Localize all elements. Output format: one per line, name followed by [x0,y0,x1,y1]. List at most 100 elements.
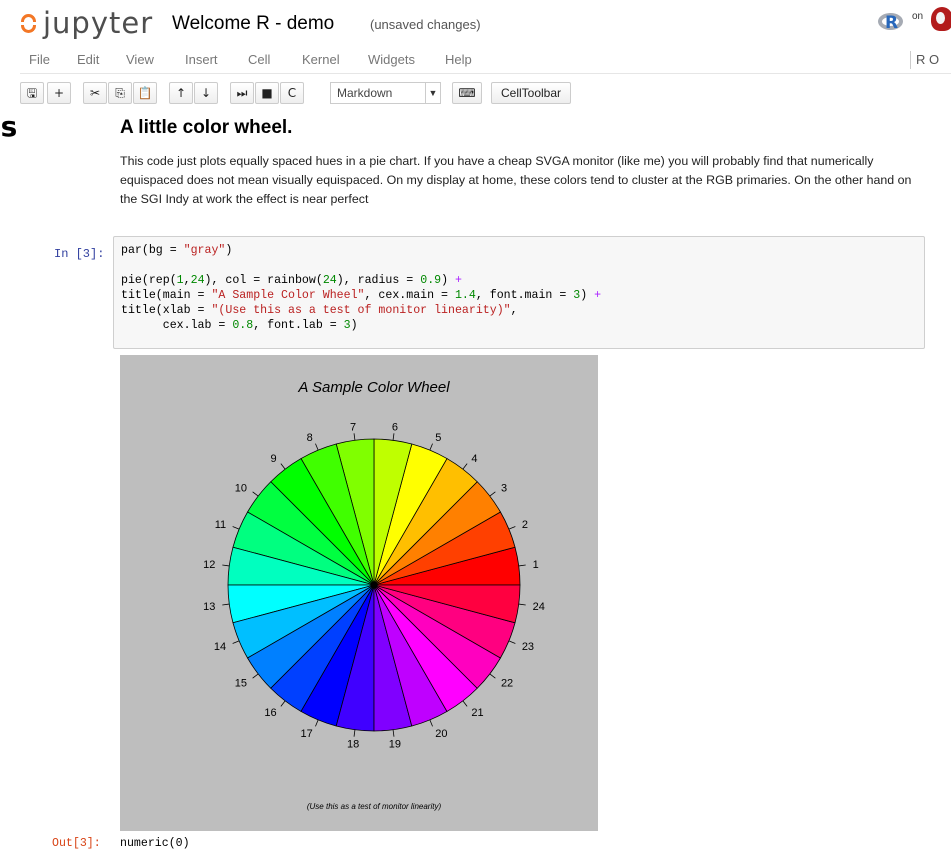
slice-label: 7 [350,421,356,433]
code-line: title(main = "A Sample Color Wheel", cex… [121,288,917,303]
markdown-heading: A little color wheel. [120,117,293,138]
slice-tick [508,526,516,530]
code-token: "(Use this as a test of monitor linearit… [211,304,511,317]
keyboard-icon: ⌨ [458,86,476,100]
input-prompt: In [3]: [54,247,105,261]
paste-button[interactable]: 📋 [133,82,157,104]
slice-label: 1 [533,559,539,571]
output-text: numeric(0) [120,837,190,850]
slice-tick [489,673,496,679]
code-token: title(xlab = [121,304,212,317]
markdown-cell[interactable]: A little color wheel. This code just plo… [120,117,930,209]
chart-xlabel: (Use this as a test of monitor linearity… [307,802,442,811]
output-prompt: Out[3]: [52,837,101,850]
jupyter-logo[interactable]: jupyter [20,8,153,38]
code-token: par(bg = [121,244,184,257]
code-token: , font.main = [475,289,574,302]
color-wheel-chart: A Sample Color Wheel12345678910111213141… [203,379,545,811]
notebook-title[interactable]: Welcome R - demo [172,13,334,35]
slice-tick [222,603,230,606]
slice-tick [232,640,240,644]
slice-tick [508,640,516,644]
code-token: title(main = [121,289,212,302]
insert-cell-button[interactable]: + [47,82,71,104]
slice-label: 5 [435,432,441,444]
move-up-icon: ↑ [175,86,187,100]
r-kernel-logo-icon: R [878,11,907,33]
slice-label: 18 [347,739,359,751]
menu-edit[interactable]: Edit [77,52,99,67]
code-token: , font.lab = [253,319,344,332]
slice-label: 9 [270,453,276,465]
code-token: , [183,274,191,287]
slice-label: 6 [392,421,398,433]
chevron-down-icon: ▼ [425,83,440,103]
kernel-indicator: R O [910,51,939,69]
slice-label: 11 [215,519,226,531]
command-palette-button[interactable]: ⌨ [452,82,482,104]
code-token: + [455,274,462,287]
menu-help[interactable]: Help [445,52,472,67]
menu-view[interactable]: View [126,52,154,67]
slice-tick [252,491,259,497]
slice-label: 8 [307,432,313,444]
cut-button[interactable]: ✂ [83,82,107,104]
move-down-icon: ↓ [200,86,212,100]
code-token: ) [350,319,358,332]
code-token: "A Sample Color Wheel" [211,289,365,302]
cell-type-select[interactable]: Markdown ▼ [330,82,441,104]
slice-tick [315,443,319,451]
slice-tick [518,564,526,567]
code-token: 0.9 [420,274,442,287]
slice-label: 19 [389,739,401,751]
os-logo-icon [931,7,951,31]
code-editor[interactable]: par(bg = "gray") pie(rep(1,24), col = rai… [113,236,925,349]
run-button[interactable]: ⏭ [230,82,254,104]
move-down-button[interactable]: ↓ [194,82,218,104]
slice-tick [392,729,395,737]
slice-label: 2 [522,519,528,531]
run-icon: ⏭ [236,86,248,100]
menu-file[interactable]: File [29,52,50,67]
save-button[interactable]: 🖫 [20,82,44,104]
code-token: 1.4 [454,289,476,302]
slice-tick [280,463,286,470]
slice-label: 23 [522,641,534,653]
menu-cell[interactable]: Cell [248,52,270,67]
copy-button[interactable]: ⎘ [108,82,132,104]
interrupt-button[interactable]: ■ [255,82,279,104]
code-token: 24 [322,274,337,287]
menu-kernel[interactable]: Kernel [302,52,340,67]
kernel-on-text: on [912,11,924,22]
code-token: , cex.main = [364,289,455,302]
slice-tick [252,673,259,679]
code-token: 0.8 [232,319,254,332]
code-token: cex.lab = [121,319,233,332]
notebook-header: jupyter Welcome R - demo (unsaved change… [0,0,951,46]
markdown-paragraph: This code just plots equally spaced hues… [120,154,912,206]
jupyter-logo-icon [20,10,36,36]
slice-label: 17 [301,728,313,740]
slice-tick [392,433,395,441]
slice-tick [232,526,240,530]
code-token: 24 [190,274,205,287]
menu-insert[interactable]: Insert [185,52,218,67]
plot-output: A Sample Color Wheel 1 2 3 4 5 6 7 8 9 10 11 12 13 14 1… [120,355,598,831]
celltoolbar-button[interactable]: CellToolbar [491,82,571,104]
cell-type-value: Markdown [337,86,393,100]
code-token: 1 [176,274,184,287]
slice-label: 16 [264,707,276,719]
move-up-button[interactable]: ↑ [169,82,193,104]
jupyter-wordmark: jupyter [43,6,154,40]
slice-label: 22 [501,677,513,689]
slice-tick [353,433,356,441]
save-status: (unsaved changes) [370,17,481,32]
slice-label: 10 [235,483,247,495]
code-token: + [594,289,602,302]
restart-button[interactable]: C [280,82,304,104]
code-token: 3 [343,319,351,332]
slice-tick [222,564,230,567]
menu-widgets[interactable]: Widgets [368,52,415,67]
code-token: ) [580,289,595,302]
